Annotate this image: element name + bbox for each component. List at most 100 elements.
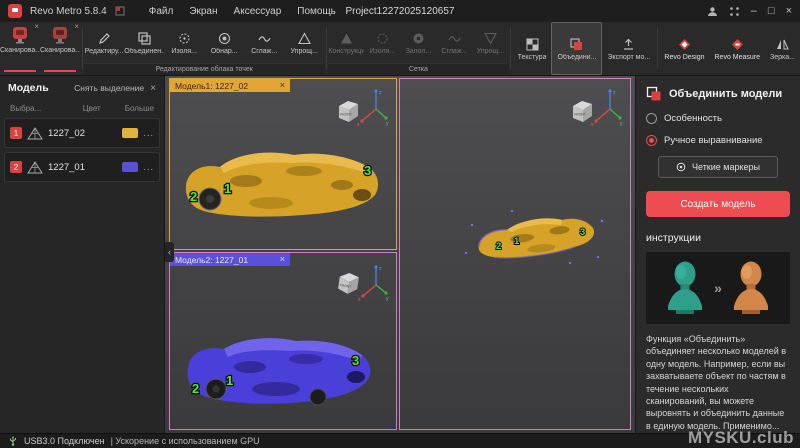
texture-button[interactable]: Текстура bbox=[513, 22, 552, 75]
row-number-badge: 2 bbox=[10, 161, 22, 173]
app-window: Revo Metro 5.8.4 Файл Экран Аксессуар По… bbox=[0, 0, 800, 448]
marker-label: 1 bbox=[514, 236, 520, 247]
mesh-simplify-button[interactable]: Упрощ... bbox=[472, 22, 508, 63]
close-icon[interactable]: × bbox=[34, 23, 39, 31]
more-button[interactable]: ... bbox=[143, 128, 154, 138]
construct-button[interactable]: Конструкци... bbox=[328, 22, 364, 63]
gizmo-x-label: x bbox=[591, 122, 594, 128]
gpu-status: | Ускорение с использованием GPU bbox=[111, 436, 260, 446]
model-name: 1227_01 bbox=[48, 162, 117, 173]
export-model-button[interactable]: Экспорт мо... bbox=[602, 22, 655, 75]
viewport-model1[interactable]: Модель1: 1227_02 × FRONT bbox=[169, 78, 397, 250]
isolate-button[interactable]: Изоля... bbox=[164, 22, 204, 63]
instructions-text: Функция «Объединить» объединяет нескольк… bbox=[646, 333, 790, 433]
radio-selected-icon[interactable] bbox=[646, 135, 657, 146]
gizmo-z-label: z bbox=[379, 266, 382, 272]
scan-item-2[interactable]: × Сканирова... bbox=[40, 22, 80, 75]
usb-status: USB3.0 Подключен bbox=[24, 436, 105, 446]
color-swatch[interactable] bbox=[122, 162, 138, 172]
merge-button[interactable]: Объедини... bbox=[551, 22, 602, 75]
deselect-button[interactable]: Снять выделение bbox=[74, 83, 144, 93]
fill-holes-button[interactable]: Запол... bbox=[400, 22, 436, 63]
scan-item-1[interactable]: × Сканирова... bbox=[0, 22, 40, 75]
menu-accessory[interactable]: Аксессуар bbox=[234, 6, 282, 17]
edit-button[interactable]: Редактиру... bbox=[84, 22, 124, 63]
panel-collapse-handle[interactable]: ‹ bbox=[165, 242, 174, 262]
mirror-icon bbox=[775, 37, 790, 52]
mesh-smooth-button[interactable]: Сглаж... bbox=[436, 22, 472, 63]
create-model-button[interactable]: Создать модель bbox=[646, 191, 790, 217]
gizmo-y-label: y bbox=[386, 296, 389, 302]
apps-grid-icon[interactable] bbox=[729, 6, 740, 17]
wave-icon bbox=[257, 31, 272, 46]
model-name: 1227_02 bbox=[48, 128, 117, 139]
mesh-group: Конструкци... Изоля... Запол... Сглаж...… bbox=[328, 22, 508, 75]
project-name: Project12272025120657 bbox=[346, 6, 455, 17]
merge-panel-header: Объединить модели bbox=[646, 86, 790, 102]
radio-unselected-icon[interactable] bbox=[646, 113, 657, 124]
clear-markers-button[interactable]: Четкие маркеры bbox=[658, 156, 778, 178]
gizmo-y-label: y bbox=[620, 121, 623, 127]
viewport-merged[interactable]: FRONT z x y bbox=[399, 78, 631, 430]
triangle-outline-icon bbox=[297, 31, 312, 46]
merged-3d-scan[interactable]: 2 1 3 bbox=[452, 197, 616, 271]
revo-design-button[interactable]: Revo Design bbox=[659, 22, 709, 75]
model2-3d-scan[interactable]: 2 1 3 bbox=[176, 309, 390, 425]
workspace-icon[interactable] bbox=[115, 6, 125, 16]
close-icon[interactable]: × bbox=[786, 6, 792, 17]
revo-measure-button[interactable]: Revo Measure bbox=[710, 22, 766, 75]
close-icon[interactable]: × bbox=[280, 81, 285, 90]
detect-button[interactable]: Обнар... bbox=[204, 22, 244, 63]
mesh-isolate-button[interactable]: Изоля... bbox=[364, 22, 400, 63]
viewport2-title: Модель2: 1227_01 bbox=[175, 255, 248, 265]
more-button[interactable]: ... bbox=[143, 162, 154, 172]
simplify-button[interactable]: Упрощ... bbox=[284, 22, 324, 63]
overlap-squares-icon bbox=[137, 31, 152, 46]
viewport1-tab[interactable]: Модель1: 1227_02 × bbox=[170, 79, 290, 92]
close-icon[interactable]: × bbox=[280, 255, 285, 264]
mirror-button[interactable]: Зерка... bbox=[765, 22, 800, 75]
scanner-icon bbox=[50, 25, 70, 45]
scan-label: Сканирова... bbox=[0, 47, 40, 54]
viewport2-tab[interactable]: Модель2: 1227_01 × bbox=[170, 253, 290, 266]
viewport-model2[interactable]: Модель2: 1227_01 × FRONT bbox=[169, 252, 397, 430]
merge-panel: Объединить модели Особенность Ручное выр… bbox=[635, 76, 800, 433]
revo-measure-icon bbox=[730, 37, 745, 52]
option-feature[interactable]: Особенность bbox=[646, 113, 790, 124]
marker-label: 1 bbox=[226, 373, 233, 388]
bust-before-icon bbox=[665, 260, 705, 316]
minimize-icon[interactable]: – bbox=[751, 6, 757, 17]
view-cube-gizmo[interactable]: FRONT z x y bbox=[336, 85, 390, 133]
scanner-icon bbox=[10, 25, 30, 45]
menu-file[interactable]: Файл bbox=[149, 6, 174, 17]
model-panel: Модель Снять выделение × Выбра... Цвет Б… bbox=[0, 76, 165, 433]
marker-label: 2 bbox=[496, 241, 501, 252]
maximize-icon[interactable]: □ bbox=[768, 6, 775, 17]
model-row-1[interactable]: 1 1227_02 ... bbox=[4, 118, 160, 148]
user-icon[interactable] bbox=[707, 6, 718, 17]
column-more: Больше bbox=[125, 104, 154, 113]
app-title: Revo Metro 5.8.4 bbox=[30, 6, 107, 17]
menu-help[interactable]: Помощь bbox=[297, 6, 336, 17]
view-cube-gizmo[interactable]: FRONT z x y bbox=[570, 85, 624, 133]
color-swatch[interactable] bbox=[122, 128, 138, 138]
main-content: Модель Снять выделение × Выбра... Цвет Б… bbox=[0, 76, 800, 433]
panel-title: Модель bbox=[8, 82, 49, 94]
close-icon[interactable]: × bbox=[74, 23, 79, 31]
marker-label: 3 bbox=[352, 353, 359, 368]
view-cube-gizmo[interactable]: FRONT z x y bbox=[336, 259, 390, 307]
mesh-thumb-icon bbox=[27, 127, 43, 140]
smooth-button[interactable]: Сглаж... bbox=[244, 22, 284, 63]
usb-icon bbox=[8, 436, 18, 446]
column-headers: Выбра... Цвет Больше bbox=[0, 100, 164, 116]
close-icon[interactable]: × bbox=[150, 83, 156, 94]
point-cloud-group: Редактиру... Объединен... Изоля... Обнар… bbox=[84, 22, 324, 75]
fuse-button[interactable]: Объединен... bbox=[124, 22, 164, 63]
merge-squares-icon bbox=[569, 37, 584, 52]
mesh-group-label: Сетка bbox=[328, 63, 508, 75]
column-color: Цвет bbox=[83, 104, 125, 113]
model-row-2[interactable]: 2 1227_01 ... bbox=[4, 152, 160, 182]
menu-screen[interactable]: Экран bbox=[189, 6, 217, 17]
option-manual-align[interactable]: Ручное выравнивание bbox=[646, 135, 790, 146]
model1-3d-scan[interactable]: 2 1 3 bbox=[176, 123, 390, 235]
